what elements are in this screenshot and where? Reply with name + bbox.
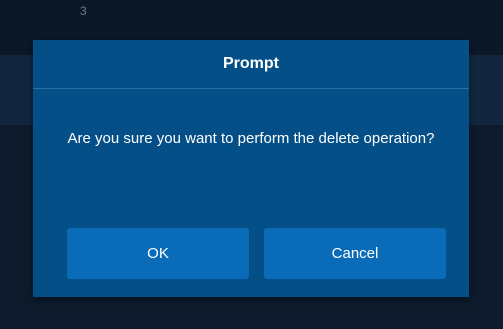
background-row-number: 3 [80,4,87,18]
cancel-button[interactable]: Cancel [264,228,446,279]
dialog-title: Prompt [33,40,469,89]
dialog-message: Are you sure you want to perform the del… [67,130,435,147]
ok-button[interactable]: OK [67,228,249,279]
confirm-delete-dialog: Prompt Are you sure you want to perform … [33,40,469,297]
